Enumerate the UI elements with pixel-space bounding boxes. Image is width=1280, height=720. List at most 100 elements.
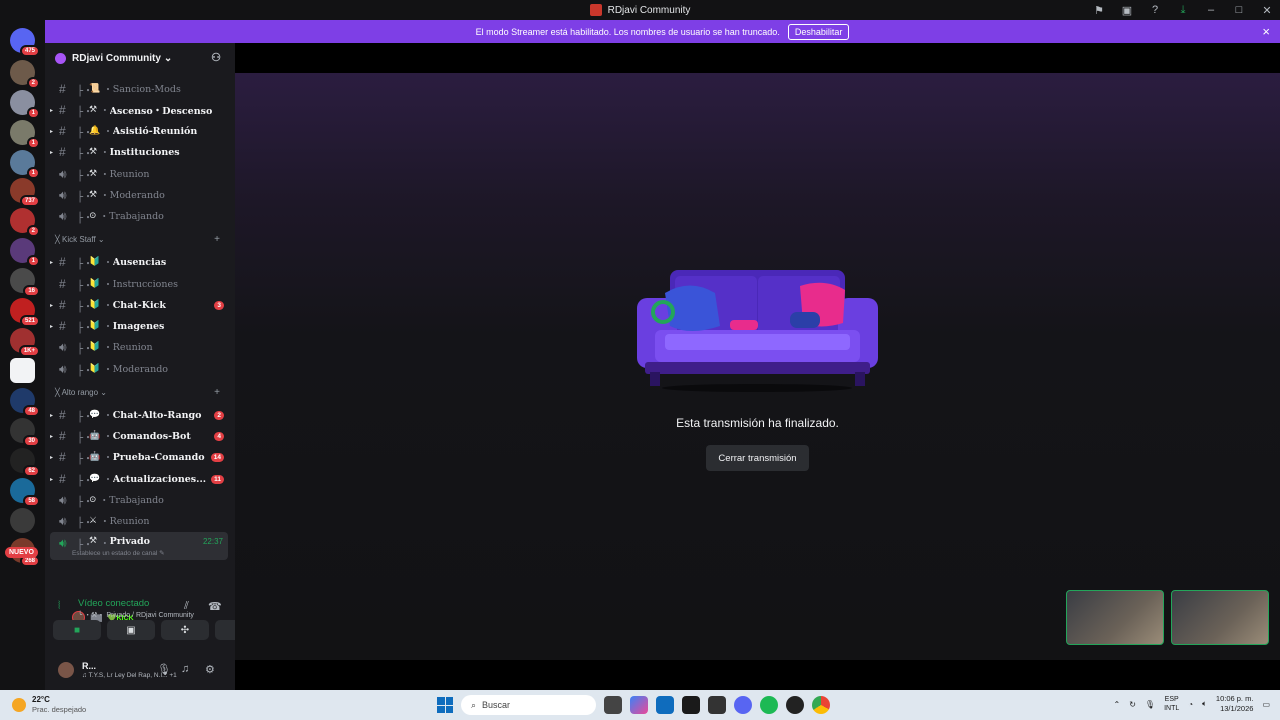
stream-stage: Esta transmisión ha finalizado. Cerrar t… — [235, 73, 1280, 660]
disconnect-icon[interactable]: ☎ — [208, 600, 222, 613]
separator: ・ — [100, 517, 110, 528]
avatar[interactable] — [58, 662, 74, 678]
server-icon[interactable]: 30 — [10, 418, 40, 447]
mention-badge: 3 — [214, 300, 224, 310]
separator: ・ — [103, 322, 113, 333]
channel-item[interactable]: ▸ # ├・ 🔰 ・ Imagenes — [50, 316, 228, 336]
disable-streamer-button[interactable]: Deshabilitar — [787, 23, 850, 40]
close-window-button[interactable]: ✕ — [1260, 4, 1274, 17]
channel-item[interactable]: 🔊︎ ├・ 🔰 ・ Moderando — [50, 359, 228, 379]
server-list: 475 2 1 1 1 737 2 1 16 521 1K+ 48 30 62 58 268 — [0, 20, 45, 690]
separator: ・ — [103, 127, 113, 138]
server-icon[interactable]: 1K+ — [10, 328, 40, 357]
microphone-icon[interactable]: 🎙︎ — [1145, 700, 1155, 709]
server-icon[interactable]: 1 — [10, 150, 40, 179]
capcut-icon[interactable] — [682, 696, 700, 714]
server-icon[interactable]: 1 — [10, 90, 40, 119]
server-icon[interactable]: 2 — [10, 60, 40, 89]
copilot-icon[interactable] — [630, 696, 648, 714]
microphone-icon[interactable]: 🎙︎ — [157, 663, 171, 676]
user-name[interactable]: R... — [82, 661, 96, 671]
channel-item[interactable]: 🔊︎ ├・ ⚒ ・ Reunion — [50, 164, 228, 184]
channel-item[interactable]: ▸ # ├・ 🤖 ・ Comandos-Bot 4 — [50, 426, 228, 446]
channel-item[interactable]: 🔊︎ ├・ ⚔ ・ Reunion — [50, 511, 228, 531]
server-icon[interactable]: 521 — [10, 298, 40, 327]
server-icon[interactable]: 16 — [10, 268, 40, 297]
server-icon[interactable]: 1 — [10, 238, 40, 267]
volume-icon[interactable]: 🔈︎ — [1202, 699, 1207, 709]
participant-video-tile[interactable] — [1171, 590, 1269, 645]
gear-icon[interactable]: ⚙ — [205, 663, 215, 676]
chevron-up-icon[interactable]: ⌃ — [1114, 700, 1121, 709]
screen-share-icon[interactable]: ▣ — [1120, 4, 1134, 17]
guild-header[interactable]: RDjavi Community ⌄ ⚇ — [45, 43, 235, 73]
start-button[interactable] — [437, 697, 453, 713]
server-icon[interactable]: 1 — [10, 120, 40, 149]
voice-status-channel[interactable]: ╰ ・⚒・ Privado / RDjavi Community — [78, 610, 194, 620]
active-voice-channel[interactable]: 🔊︎ ├・ ⚒ ・ Privado 22:37 Establece un estado de… — [50, 532, 228, 560]
download-icon[interactable]: ⤓ — [1176, 4, 1190, 17]
channel-item[interactable]: ▸ # ├・ 🤖 ・ Prueba-Comando 14 — [50, 447, 228, 467]
task-view-icon[interactable] — [604, 696, 622, 714]
channel-item[interactable]: ▸ # ├・ 🔰 ・ Ausencias — [50, 252, 228, 272]
channel-item[interactable]: 🔊︎ ├・ ⊙ ・ Trabajando — [50, 490, 228, 510]
category-header[interactable]: ╳ Alto rango ⌄ + — [55, 384, 225, 400]
channel-item[interactable]: ▸ # ├・ 🔔 ・ Asistió-Reunión — [50, 121, 228, 141]
notification-icon[interactable]: ▭ — [1262, 700, 1270, 709]
participant-video-tile[interactable] — [1066, 590, 1164, 645]
channel-item[interactable]: ▸ # ├・ 💬 ・ Chat-Alto-Rango 2 — [50, 405, 228, 425]
server-icon[interactable]: 62 — [10, 448, 40, 477]
channel-status-prompt[interactable]: Establece un estado de canal ✎ — [72, 549, 165, 557]
server-icon[interactable]: 2 — [10, 208, 40, 237]
headphones-icon[interactable]: ♫ — [181, 663, 189, 675]
add-channel-icon[interactable]: + — [214, 234, 220, 245]
server-icon[interactable] — [10, 358, 35, 383]
invite-icon[interactable]: ⚇ — [211, 51, 221, 64]
discord-icon[interactable] — [734, 696, 752, 714]
minimize-button[interactable]: – — [1204, 4, 1218, 16]
server-icon[interactable] — [10, 508, 35, 533]
spotify-icon[interactable] — [760, 696, 778, 714]
server-icon[interactable]: 58 — [10, 478, 40, 507]
activities-button[interactable]: ✣ — [161, 620, 209, 640]
new-badge: NUEVO — [5, 547, 38, 558]
category-header[interactable]: ╳ Kick Staff ⌄ + — [55, 231, 225, 247]
store-icon[interactable] — [656, 696, 674, 714]
camera-button[interactable]: ■ — [53, 620, 101, 640]
server-icon[interactable]: 48 — [10, 388, 40, 417]
maximize-button[interactable]: □ — [1232, 4, 1246, 16]
close-stream-button[interactable]: Cerrar transmisión — [706, 445, 809, 471]
channel-item[interactable]: ▸ # ├・ 🔰 ・ Chat-Kick 3 — [50, 295, 228, 315]
channel-emoji: 🔰 — [89, 300, 101, 310]
server-icon[interactable]: 737 — [10, 178, 40, 207]
weather-widget[interactable]: 22°C Prac. despejado — [12, 695, 86, 715]
search-box[interactable]: ⌕ Buscar — [461, 695, 596, 715]
channel-item[interactable]: # ├・ 🔰 ・ Instrucciones — [50, 274, 228, 294]
stream-ended-text: Esta transmisión ha finalizado. — [676, 416, 839, 430]
noise-suppression-icon[interactable]: ⫽ — [184, 600, 189, 613]
channel-item[interactable]: 🔊︎ ├・ ⚒ ・ Moderando — [50, 185, 228, 205]
obs-icon[interactable] — [708, 696, 726, 714]
roblox-icon[interactable] — [786, 696, 804, 714]
call-duration: 22:37 — [202, 537, 223, 546]
inbox-icon[interactable]: ⚑ — [1092, 4, 1106, 17]
channel-item[interactable]: ▸ # ├・ ⚒ ・ Ascenso・Descenso — [50, 100, 228, 120]
chrome-icon[interactable] — [812, 696, 830, 714]
add-channel-icon[interactable]: + — [214, 387, 220, 398]
channel-item[interactable]: 🔊︎ ├・ 🔰 ・ Reunion — [50, 337, 228, 357]
channel-name: Reunion — [109, 168, 150, 180]
channel-item[interactable]: ▸ # ├・ ⚒ ・ Instituciones — [50, 142, 228, 162]
hashtag-icon: # — [59, 472, 66, 486]
close-icon[interactable]: × — [1262, 24, 1270, 39]
signal-icon[interactable]: ⦚ — [58, 600, 60, 613]
sync-icon[interactable]: ↻ — [1129, 700, 1136, 709]
channel-item[interactable]: 🔊︎ ├・ ⊙ ・ Trabajando — [50, 206, 228, 226]
clock[interactable]: 10:06 p. m. 13/1/2026 — [1216, 694, 1254, 714]
screen-share-button[interactable]: ▣ — [107, 620, 155, 640]
channel-item[interactable]: ▸ # ├・ 💬 ・ Actualizaciones... 11 — [50, 469, 228, 489]
language-indicator[interactable]: ESP INTL — [1164, 695, 1179, 713]
server-icon[interactable]: 475 — [10, 28, 40, 57]
help-icon[interactable]: ? — [1148, 4, 1162, 16]
channel-item[interactable]: # ├・ 📜 ・ Sancion-Mods — [50, 79, 228, 99]
wifi-icon[interactable]: ◔ — [1188, 700, 1193, 709]
